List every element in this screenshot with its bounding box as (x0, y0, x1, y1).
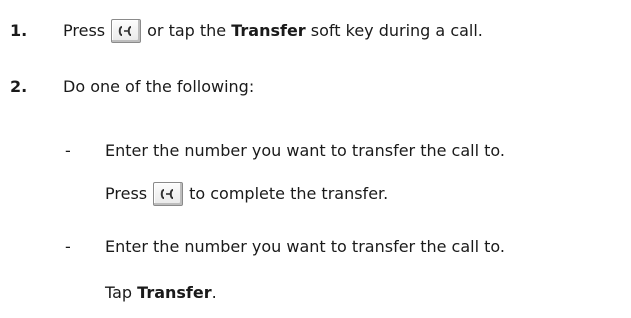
step-2-label: Do one of the following: (63, 77, 255, 96)
transfer-key-icon (118, 26, 132, 36)
option-2-enter-number: Enter the number you want to transfer th… (105, 237, 505, 256)
option-1-press: Press (105, 184, 148, 203)
step-1-text: Press or tap the Transfer soft key durin… (63, 19, 483, 43)
option-1-line-1: Enter the number you want to transfer th… (105, 140, 505, 162)
transfer-key-button (111, 19, 142, 43)
step-number-1: 1. (10, 21, 28, 40)
option-1-dash: - (65, 141, 71, 160)
step-1-tail: soft key during a call. (305, 21, 483, 40)
option-1-enter-number: Enter the number you want to transfer th… (105, 141, 505, 160)
step-1-press: Press (63, 21, 106, 40)
option-2-tap: Tap (105, 283, 138, 302)
option-2-line-2: Tap Transfer. (105, 282, 217, 304)
option-1-complete: to complete the transfer. (189, 184, 389, 203)
step-2-text: Do one of the following: (63, 76, 254, 98)
option-2-transfer-bold: Transfer (137, 283, 212, 302)
option-2-line-1: Enter the number you want to transfer th… (105, 236, 505, 258)
option-1-line-2: Press to complete the transfer. (105, 182, 389, 206)
transfer-key-button (153, 182, 184, 206)
option-2-dash: - (65, 237, 71, 256)
step-number-2: 2. (10, 77, 28, 96)
option-2-period: . (211, 283, 217, 302)
step-1-transfer-bold: Transfer (231, 21, 306, 40)
step-1-or-tap: or tap the (147, 21, 232, 40)
transfer-key-icon (160, 189, 174, 199)
